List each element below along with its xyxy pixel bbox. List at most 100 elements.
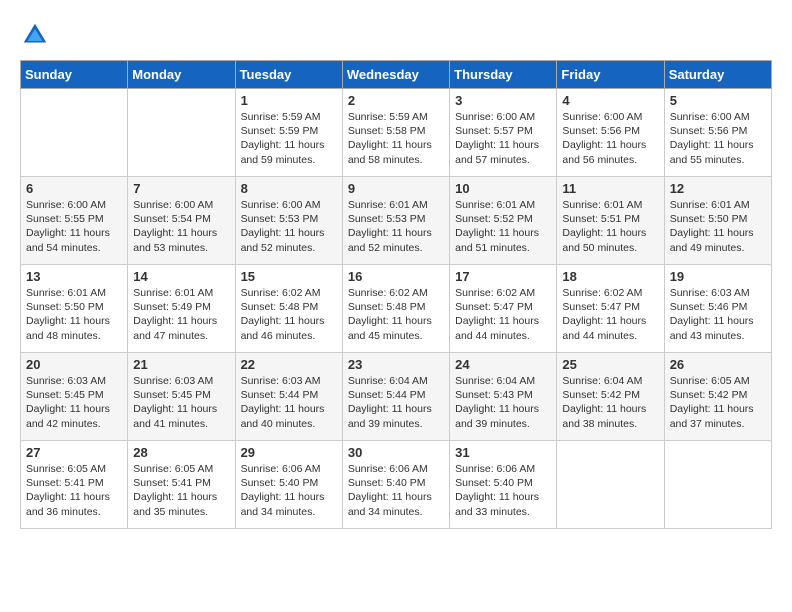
cell-content: Sunrise: 6:00 AM Sunset: 5:53 PM Dayligh… xyxy=(241,198,337,255)
day-number: 30 xyxy=(348,445,444,460)
calendar-week-row: 1Sunrise: 5:59 AM Sunset: 5:59 PM Daylig… xyxy=(21,89,772,177)
cell-content: Sunrise: 6:04 AM Sunset: 5:44 PM Dayligh… xyxy=(348,374,444,431)
calendar-cell xyxy=(128,89,235,177)
day-number: 19 xyxy=(670,269,766,284)
calendar-week-row: 27 Sunrise: 6:05 AM Sunset: 5:41 PM Dayli… xyxy=(21,441,772,529)
cell-content: Sunrise: 6:01 AM Sunset: 5:49 PM Dayligh… xyxy=(133,286,229,343)
cell-content: Sunrise: 6:01 AM Sunset: 5:50 PM Dayligh… xyxy=(670,198,766,255)
calendar-cell: 10Sunrise: 6:01 AM Sunset: 5:52 PM Dayli… xyxy=(450,177,557,265)
calendar-cell: 4 Sunrise: 6:00 AM Sunset: 5:56 PM Daylig… xyxy=(557,89,664,177)
calendar-cell: 23 Sunrise: 6:04 AM Sunset: 5:44 PM Dayli… xyxy=(342,353,449,441)
day-number: 9 xyxy=(348,181,444,196)
day-number: 31 xyxy=(455,445,551,460)
calendar-cell: 28 Sunrise: 6:05 AM Sunset: 5:41 PM Dayli… xyxy=(128,441,235,529)
day-number: 14 xyxy=(133,269,229,284)
calendar-cell xyxy=(664,441,771,529)
day-number: 12 xyxy=(670,181,766,196)
cell-content: Sunrise: 6:06 AM Sunset: 5:40 PM Dayligh… xyxy=(348,462,444,519)
calendar-cell: 21Sunrise: 6:03 AM Sunset: 5:45 PM Dayli… xyxy=(128,353,235,441)
day-number: 25 xyxy=(562,357,658,372)
cell-content: Sunrise: 6:02 AM Sunset: 5:47 PM Dayligh… xyxy=(455,286,551,343)
calendar-cell: 11 Sunrise: 6:01 AM Sunset: 5:51 PM Dayli… xyxy=(557,177,664,265)
cell-content: Sunrise: 6:00 AM Sunset: 5:56 PM Dayligh… xyxy=(562,110,658,167)
logo xyxy=(20,20,54,50)
day-number: 2 xyxy=(348,93,444,108)
cell-content: Sunrise: 6:01 AM Sunset: 5:53 PM Dayligh… xyxy=(348,198,444,255)
day-number: 11 xyxy=(562,181,658,196)
calendar-cell: 6Sunrise: 6:00 AM Sunset: 5:55 PM Daylig… xyxy=(21,177,128,265)
day-number: 20 xyxy=(26,357,122,372)
day-number: 17 xyxy=(455,269,551,284)
calendar-cell xyxy=(21,89,128,177)
calendar-cell: 2 Sunrise: 5:59 AM Sunset: 5:58 PM Daylig… xyxy=(342,89,449,177)
day-number: 21 xyxy=(133,357,229,372)
calendar-cell: 3 Sunrise: 6:00 AM Sunset: 5:57 PM Daylig… xyxy=(450,89,557,177)
day-number: 4 xyxy=(562,93,658,108)
calendar-cell: 22 Sunrise: 6:03 AM Sunset: 5:44 PM Dayli… xyxy=(235,353,342,441)
cell-content: Sunrise: 5:59 AM Sunset: 5:59 PM Dayligh… xyxy=(241,110,337,167)
cell-content: Sunrise: 6:00 AM Sunset: 5:57 PM Dayligh… xyxy=(455,110,551,167)
day-header-thursday: Thursday xyxy=(450,61,557,89)
cell-content: Sunrise: 6:06 AM Sunset: 5:40 PM Dayligh… xyxy=(455,462,551,519)
cell-content: Sunrise: 6:00 AM Sunset: 5:54 PM Dayligh… xyxy=(133,198,229,255)
day-number: 18 xyxy=(562,269,658,284)
calendar-cell: 7 Sunrise: 6:00 AM Sunset: 5:54 PM Daylig… xyxy=(128,177,235,265)
cell-content: Sunrise: 6:06 AM Sunset: 5:40 PM Dayligh… xyxy=(241,462,337,519)
calendar-week-row: 6Sunrise: 6:00 AM Sunset: 5:55 PM Daylig… xyxy=(21,177,772,265)
cell-content: Sunrise: 6:03 AM Sunset: 5:46 PM Dayligh… xyxy=(670,286,766,343)
cell-content: Sunrise: 6:04 AM Sunset: 5:42 PM Dayligh… xyxy=(562,374,658,431)
day-number: 23 xyxy=(348,357,444,372)
day-number: 3 xyxy=(455,93,551,108)
calendar-cell: 17 Sunrise: 6:02 AM Sunset: 5:47 PM Dayli… xyxy=(450,265,557,353)
cell-content: Sunrise: 6:01 AM Sunset: 5:50 PM Dayligh… xyxy=(26,286,122,343)
cell-content: Sunrise: 6:03 AM Sunset: 5:45 PM Dayligh… xyxy=(26,374,122,431)
day-number: 28 xyxy=(133,445,229,460)
day-number: 27 xyxy=(26,445,122,460)
page-header xyxy=(20,20,772,50)
calendar-header-row: SundayMondayTuesdayWednesdayThursdayFrid… xyxy=(21,61,772,89)
calendar-cell: 9 Sunrise: 6:01 AM Sunset: 5:53 PM Daylig… xyxy=(342,177,449,265)
calendar-cell: 19 Sunrise: 6:03 AM Sunset: 5:46 PM Dayli… xyxy=(664,265,771,353)
calendar-cell: 26 Sunrise: 6:05 AM Sunset: 5:42 PM Dayli… xyxy=(664,353,771,441)
day-number: 24 xyxy=(455,357,551,372)
cell-content: Sunrise: 6:00 AM Sunset: 5:56 PM Dayligh… xyxy=(670,110,766,167)
cell-content: Sunrise: 6:02 AM Sunset: 5:47 PM Dayligh… xyxy=(562,286,658,343)
day-header-saturday: Saturday xyxy=(664,61,771,89)
calendar-cell: 12 Sunrise: 6:01 AM Sunset: 5:50 PM Dayli… xyxy=(664,177,771,265)
cell-content: Sunrise: 6:02 AM Sunset: 5:48 PM Dayligh… xyxy=(241,286,337,343)
day-number: 15 xyxy=(241,269,337,284)
calendar-cell: 27 Sunrise: 6:05 AM Sunset: 5:41 PM Dayli… xyxy=(21,441,128,529)
cell-content: Sunrise: 6:05 AM Sunset: 5:41 PM Dayligh… xyxy=(26,462,122,519)
day-number: 10 xyxy=(455,181,551,196)
calendar-cell: 16Sunrise: 6:02 AM Sunset: 5:48 PM Dayli… xyxy=(342,265,449,353)
day-header-monday: Monday xyxy=(128,61,235,89)
day-number: 26 xyxy=(670,357,766,372)
day-number: 8 xyxy=(241,181,337,196)
cell-content: Sunrise: 5:59 AM Sunset: 5:58 PM Dayligh… xyxy=(348,110,444,167)
cell-content: Sunrise: 6:02 AM Sunset: 5:48 PM Dayligh… xyxy=(348,286,444,343)
calendar-cell xyxy=(557,441,664,529)
day-number: 7 xyxy=(133,181,229,196)
calendar-cell: 5Sunrise: 6:00 AM Sunset: 5:56 PM Daylig… xyxy=(664,89,771,177)
day-header-tuesday: Tuesday xyxy=(235,61,342,89)
cell-content: Sunrise: 6:05 AM Sunset: 5:41 PM Dayligh… xyxy=(133,462,229,519)
day-number: 22 xyxy=(241,357,337,372)
cell-content: Sunrise: 6:04 AM Sunset: 5:43 PM Dayligh… xyxy=(455,374,551,431)
cell-content: Sunrise: 6:05 AM Sunset: 5:42 PM Dayligh… xyxy=(670,374,766,431)
calendar-cell: 31 Sunrise: 6:06 AM Sunset: 5:40 PM Dayli… xyxy=(450,441,557,529)
cell-content: Sunrise: 6:00 AM Sunset: 5:55 PM Dayligh… xyxy=(26,198,122,255)
calendar-cell: 14 Sunrise: 6:01 AM Sunset: 5:49 PM Dayli… xyxy=(128,265,235,353)
cell-content: Sunrise: 6:01 AM Sunset: 5:51 PM Dayligh… xyxy=(562,198,658,255)
calendar-cell: 24 Sunrise: 6:04 AM Sunset: 5:43 PM Dayli… xyxy=(450,353,557,441)
cell-content: Sunrise: 6:03 AM Sunset: 5:44 PM Dayligh… xyxy=(241,374,337,431)
calendar-cell: 20 Sunrise: 6:03 AM Sunset: 5:45 PM Dayli… xyxy=(21,353,128,441)
calendar-week-row: 13Sunrise: 6:01 AM Sunset: 5:50 PM Dayli… xyxy=(21,265,772,353)
day-header-sunday: Sunday xyxy=(21,61,128,89)
calendar-cell: 15 Sunrise: 6:02 AM Sunset: 5:48 PM Dayli… xyxy=(235,265,342,353)
calendar-cell: 8 Sunrise: 6:00 AM Sunset: 5:53 PM Daylig… xyxy=(235,177,342,265)
calendar-cell: 25 Sunrise: 6:04 AM Sunset: 5:42 PM Dayli… xyxy=(557,353,664,441)
day-header-wednesday: Wednesday xyxy=(342,61,449,89)
calendar-cell: 29Sunrise: 6:06 AM Sunset: 5:40 PM Dayli… xyxy=(235,441,342,529)
calendar-table: SundayMondayTuesdayWednesdayThursdayFrid… xyxy=(20,60,772,529)
day-header-friday: Friday xyxy=(557,61,664,89)
